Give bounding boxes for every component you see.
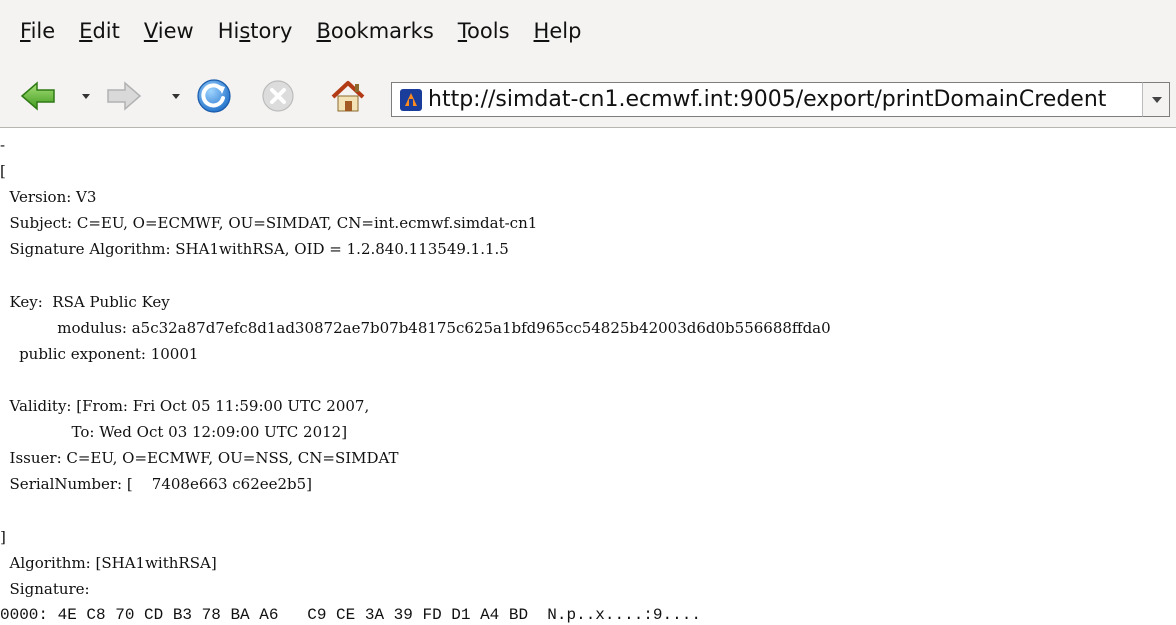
- stop-icon: [262, 80, 294, 112]
- content-line: [: [0, 162, 6, 181]
- stop-button[interactable]: [258, 76, 298, 116]
- content-line: Algorithm: [SHA1withRSA]: [0, 553, 217, 572]
- home-icon: [331, 81, 365, 112]
- browser-chrome: File Edit View History Bookmarks Tools Help: [0, 0, 1176, 128]
- forward-button[interactable]: [104, 76, 144, 116]
- content-line: Signature Algorithm: SHA1withRSA, OID = …: [0, 240, 509, 259]
- content-line: Issuer: C=EU, O=ECMWF, OU=NSS, CN=SIMDAT: [0, 449, 399, 468]
- url-text[interactable]: http://simdat-cn1.ecmwf.int:9005/export/…: [428, 87, 1106, 112]
- menu-bookmarks[interactable]: Bookmarks: [316, 19, 433, 43]
- menu-tools[interactable]: Tools: [458, 19, 510, 43]
- content-line: ]: [0, 527, 6, 546]
- content-line: Signature:: [0, 579, 90, 598]
- back-button[interactable]: [18, 76, 58, 116]
- content-line: -: [0, 136, 6, 154]
- navigation-toolbar: http://simdat-cn1.ecmwf.int:9005/export/…: [0, 76, 1176, 122]
- url-history-dropdown[interactable]: [1142, 82, 1170, 117]
- back-arrow-icon: [20, 81, 55, 111]
- menu-view[interactable]: View: [144, 19, 194, 43]
- content-line: public exponent: 10001: [0, 344, 199, 363]
- menu-edit[interactable]: Edit: [79, 19, 120, 43]
- menu-history[interactable]: History: [218, 19, 293, 43]
- menubar: File Edit View History Bookmarks Tools Help: [0, 8, 1176, 54]
- content-line: Version: V3: [0, 188, 97, 207]
- content-line: Subject: C=EU, O=ECMWF, OU=SIMDAT, CN=in…: [0, 214, 538, 233]
- reload-button[interactable]: [194, 76, 234, 116]
- content-line: modulus: a5c32a87d7efc8d1ad30872ae7b07b4…: [0, 318, 831, 337]
- content-line: Key: RSA Public Key: [0, 292, 170, 311]
- reload-icon: [197, 79, 231, 113]
- menu-help[interactable]: Help: [534, 19, 582, 43]
- content-line: To: Wed Oct 03 12:09:00 UTC 2012]: [0, 423, 348, 442]
- forward-arrow-icon: [107, 81, 142, 111]
- content-line: Validity: [From: Fri Oct 05 11:59:00 UTC…: [0, 397, 370, 415]
- url-bar[interactable]: http://simdat-cn1.ecmwf.int:9005/export/…: [391, 82, 1149, 117]
- content-line: SerialNumber: [ 7408e663 c62ee2b5]: [0, 475, 313, 494]
- menu-file[interactable]: File: [20, 19, 55, 43]
- back-history-dropdown[interactable]: [82, 94, 90, 99]
- home-button[interactable]: [328, 76, 368, 116]
- forward-history-dropdown[interactable]: [172, 94, 180, 99]
- content-line: 0000: 4E C8 70 CD B3 78 BA A6 C9 CE 3A 3…: [0, 605, 701, 624]
- site-favicon-icon: [400, 88, 422, 111]
- page-content: - [ Version: V3 Subject: C=EU, O=ECMWF, O…: [0, 128, 1176, 625]
